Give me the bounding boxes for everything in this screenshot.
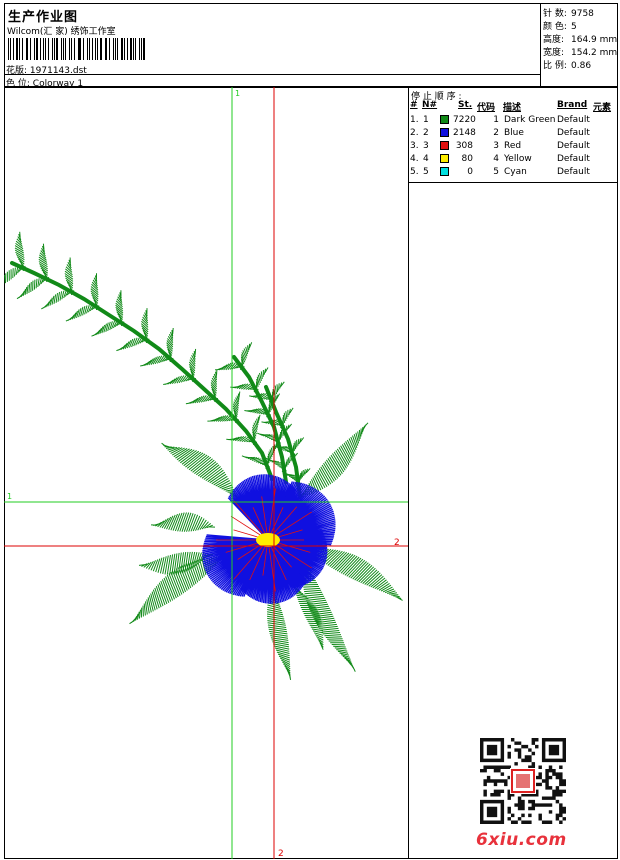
col-desc: 描述 [503,103,522,113]
guide-label-red-bottom: 2 [278,849,284,859]
row-desc: Yellow [504,154,532,164]
row-no: 4 [423,154,429,164]
watermark-site: 6xiu.com [476,830,567,850]
row-code: 2 [493,128,499,138]
leaf [150,512,216,532]
design-value: 1971143.dst [29,66,87,76]
stat-colors: 颜 色: 5 [543,22,577,32]
color-swatch [440,167,449,176]
row-hash: 1. [410,115,419,125]
leaves-group [4,231,403,681]
row-desc: Dark Green [504,115,556,125]
leaf [239,342,253,370]
row-brand: Default [557,115,590,125]
col-hash: # [410,100,418,110]
col-no: N# [422,100,438,110]
leaf [41,290,75,310]
row-brand: Default [557,141,590,151]
leaf [138,551,214,576]
leaf [140,355,174,367]
row-stitches: 308 [455,141,473,151]
stats-panel: 针 数: 9758 颜 色: 5 高度: 164.9 mm 宽度: 154.2 mm 比… [540,3,618,87]
col-st: St. [458,100,473,110]
row-hash: 5. [410,167,419,177]
row-desc: Cyan [504,167,527,177]
color-swatch [440,128,449,137]
leaf [251,414,261,446]
stat-width: 宽度: 154.2 mm [543,48,618,58]
stat-height: 高度: 164.9 mm [543,35,618,45]
row-code: 4 [493,154,499,164]
barcode [8,38,148,60]
table-row: 3. 3 308 3 Red Default [409,141,615,154]
flower-center [256,533,280,547]
stat-scale: 比 例: 0.86 [543,61,592,71]
row-desc: Blue [504,128,524,138]
design-file-line: 花版: 1971143.dst [6,63,87,76]
row-hash: 4. [410,154,419,164]
color-swatch [440,115,449,124]
sheet-title: 生产作业图 [8,10,79,25]
row-no: 2 [423,128,429,138]
row-no: 1 [423,115,429,125]
color-swatch [440,154,449,163]
row-brand: Default [557,167,590,177]
row-brand: Default [557,128,590,138]
table-row: 5. 5 0 5 Cyan Default [409,167,615,180]
row-stitches: 2148 [453,128,476,138]
row-brand: Default [557,154,590,164]
header-info: 生产作业图 Wilcom(汇 家) 绣饰工作室 花版: 1971143.dst … [4,3,540,89]
studio-name: Wilcom(汇 家) 绣饰工作室 [7,27,116,37]
row-stitches: 80 [461,154,473,164]
guide-label-green-top: 1 [235,89,240,98]
row-no: 3 [423,141,429,151]
leaf [289,437,305,456]
row-code: 3 [493,141,499,151]
leaf [16,276,50,300]
qr-stamp-inner [516,774,530,788]
fern-frond [10,261,274,481]
guide-label-green-left: 1 [7,492,12,501]
col-element: 元素 [593,103,612,113]
leaf [91,320,125,337]
row-code: 1 [493,115,499,125]
row-no: 5 [423,167,429,177]
col-code: 代码 [477,103,496,113]
qr-code [480,738,566,824]
table-row: 2. 2 2148 2 Blue Default [409,128,615,141]
panel-divider [409,182,617,183]
row-hash: 2. [410,128,419,138]
color-swatch [440,141,449,150]
leaf [161,442,239,500]
row-desc: Red [504,141,522,151]
design-label: 花版: [6,66,28,76]
guide-label-red-right: 2 [394,538,400,548]
row-stitches: 0 [467,167,473,177]
leaf [185,395,219,405]
row-code: 5 [493,167,499,177]
table-row: 4. 4 80 4 Yellow Default [409,154,615,167]
table-row: 1. 1 7220 1 Dark Green Default [409,115,615,128]
row-hash: 3. [410,141,419,151]
col-brand: Brand [557,100,588,110]
stat-stitches: 针 数: 9758 [543,9,594,19]
embroidery-preview: 1 1 2 2 [4,87,408,859]
leaf [65,304,100,322]
leaf [163,375,197,385]
table-header: # N# St. 代码 描述 Brand 元素 [409,100,615,113]
row-stitches: 7220 [453,115,476,125]
